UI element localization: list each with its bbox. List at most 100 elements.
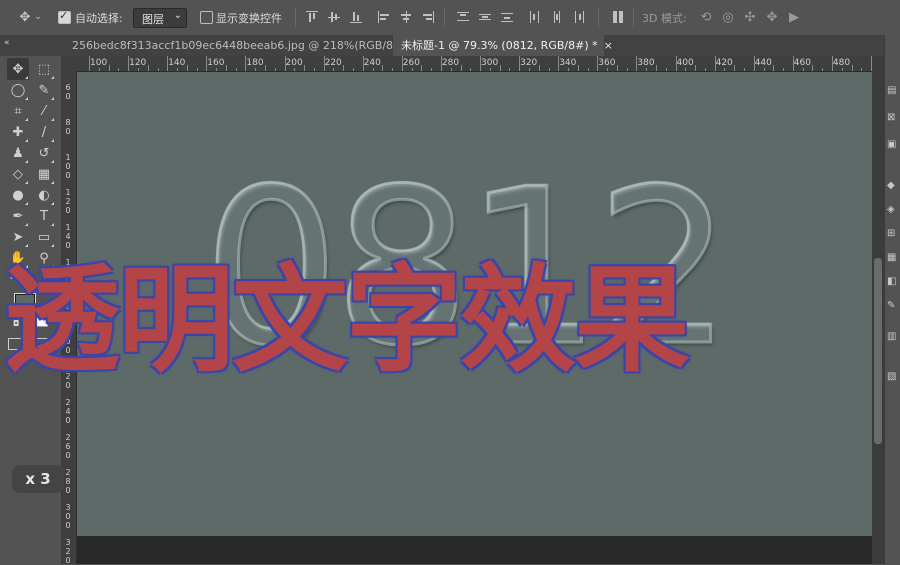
ruler-minor-tick xyxy=(147,65,149,71)
ruler-tick xyxy=(558,56,560,71)
ruler-tick-label: 100 xyxy=(90,58,108,68)
distribute-left-icon[interactable] xyxy=(529,11,541,23)
ruler-minor-tick xyxy=(763,68,765,71)
panel-icon-brushes[interactable]: ✎ xyxy=(887,300,899,312)
show-transform-checkbox[interactable] xyxy=(200,11,213,24)
align-horizontal-center-icon[interactable] xyxy=(400,11,412,23)
panel-icon-channels[interactable]: ◈ xyxy=(887,204,899,216)
3d-slide-icon[interactable]: ✥ xyxy=(763,8,781,26)
rectangle-tool-icon[interactable]: ▭ xyxy=(33,226,55,248)
3d-roll-icon[interactable]: ◎ xyxy=(719,8,737,26)
panel-icon-layers[interactable]: ◆ xyxy=(887,180,899,192)
separator xyxy=(444,8,445,27)
ruler-tick-label: 400 xyxy=(676,58,694,68)
ruler-tick xyxy=(440,56,442,71)
quick-select-tool-icon[interactable]: ✎ xyxy=(33,79,55,101)
distribute-top-icon[interactable] xyxy=(457,11,469,23)
dodge-tool-icon[interactable]: ◐ xyxy=(33,184,55,206)
panel-icon-character[interactable]: ▥ xyxy=(887,331,899,343)
3d-orbit-icon[interactable]: ⟲ xyxy=(697,8,715,26)
ruler-minor-tick xyxy=(421,65,423,71)
ruler-tick xyxy=(675,56,677,71)
ruler-minor-tick xyxy=(656,65,657,71)
distribute-horizontal-center-icon[interactable] xyxy=(551,11,563,23)
ruler-minor-tick xyxy=(587,68,589,71)
align-right-icon[interactable] xyxy=(422,11,434,23)
eyedropper-tool-icon[interactable]: ⁄ xyxy=(33,100,55,122)
ruler-minor-tick xyxy=(695,65,697,71)
3d-pan-icon[interactable]: ✣ xyxy=(741,8,759,26)
ruler-tick-label: 300 xyxy=(481,58,499,68)
auto-select-checkbox[interactable] xyxy=(58,9,71,24)
tab-label: 未标题-1 @ 79.3% (0812, RGB/8#) * xyxy=(401,39,598,52)
auto-align-layers-icon[interactable] xyxy=(612,11,624,23)
tool-preset-chevron-icon[interactable]: ⌄ xyxy=(33,8,43,26)
ruler-tick-label: 380 xyxy=(637,58,655,68)
ruler-tick xyxy=(519,56,521,71)
history-brush-tool-icon[interactable]: ↺ xyxy=(33,142,55,164)
clone-stamp-tool-icon[interactable]: ♟ xyxy=(7,142,29,164)
horizontal-ruler: 100 120 140 160 180 200 220 240 260 280 300 320 340 3… xyxy=(62,56,892,72)
blur-tool-icon[interactable]: ● xyxy=(7,184,29,206)
panel-icon-styles[interactable]: ◧ xyxy=(887,276,899,288)
ruler-tick-label: 460 xyxy=(793,58,811,68)
eraser-tool-icon[interactable]: ◇ xyxy=(7,163,29,185)
panel-icon-adjustments[interactable]: ▣ xyxy=(887,139,899,151)
align-top-icon[interactable] xyxy=(306,11,318,23)
move-tool-icon[interactable]: ✥ xyxy=(7,58,29,80)
ruler-minor-tick xyxy=(607,68,609,71)
ruler-minor-tick xyxy=(812,65,814,71)
ruler-minor-tick xyxy=(851,65,853,71)
ruler-tick xyxy=(401,56,403,71)
panel-icon-properties[interactable]: ⊠ xyxy=(887,112,899,124)
ruler-tick xyxy=(362,56,364,71)
align-bottom-icon[interactable] xyxy=(350,11,362,23)
ruler-minor-tick xyxy=(665,68,667,71)
ruler-minor-tick xyxy=(196,68,198,71)
distribute-bottom-icon[interactable] xyxy=(501,11,513,23)
panel-icon-paragraph[interactable]: ▧ xyxy=(887,371,899,383)
gradient-tool-icon[interactable]: ▦ xyxy=(33,163,55,185)
marquee-tool-icon[interactable]: ⬚ xyxy=(33,58,55,80)
ruler-minor-tick xyxy=(538,65,540,71)
ruler-tick-label: 80 xyxy=(65,118,71,136)
separator xyxy=(633,8,634,27)
ruler-tick-label: 440 xyxy=(754,58,772,68)
type-tool-icon[interactable]: T xyxy=(33,205,55,227)
ruler-tick-label: 340 xyxy=(559,58,577,68)
panel-icon-swatches[interactable]: ▦ xyxy=(887,252,899,264)
distribute-right-icon[interactable] xyxy=(573,11,585,23)
ruler-origin[interactable] xyxy=(62,56,76,71)
align-left-icon[interactable] xyxy=(378,11,390,23)
brush-tool-icon[interactable]: / xyxy=(33,121,55,143)
auto-select-label: 自动选择: xyxy=(75,12,123,25)
ruler-tick-label: 120 xyxy=(129,58,147,68)
auto-select-target-dropdown[interactable]: 图层 ⌄ xyxy=(133,8,187,28)
ruler-tick xyxy=(597,56,599,71)
ruler-minor-tick xyxy=(470,68,472,71)
vertical-scrollbar-thumb[interactable] xyxy=(874,258,882,444)
ruler-tick-label: 260 xyxy=(402,58,420,68)
pen-tool-icon[interactable]: ✒ xyxy=(7,205,29,227)
close-icon[interactable]: × xyxy=(604,39,613,52)
ruler-minor-tick xyxy=(450,68,452,71)
healing-brush-tool-icon[interactable]: ✚ xyxy=(7,121,29,143)
document-tab-strip: « 256bedc8f313accf1b09ec6448beeab6.jpg @… xyxy=(0,35,900,56)
3d-scale-video-icon[interactable]: ▶ xyxy=(785,8,803,26)
path-selection-tool-icon[interactable]: ➤ xyxy=(7,226,29,248)
panel-icon-history[interactable]: ▤ xyxy=(887,85,899,97)
ruler-minor-tick xyxy=(177,68,178,71)
panel-icon-paths[interactable]: ⊞ xyxy=(887,228,899,240)
ruler-minor-tick xyxy=(108,65,110,71)
tab-untitled-1[interactable]: 未标题-1 @ 79.3% (0812, RGB/8#) * × xyxy=(393,35,613,56)
move-tool-icon[interactable]: ✥ xyxy=(16,8,34,26)
ruler-minor-tick xyxy=(372,68,374,71)
distribute-vertical-center-icon[interactable] xyxy=(479,11,491,23)
ruler-tick xyxy=(167,56,169,71)
crop-tool-icon[interactable]: ⌗ xyxy=(7,100,29,122)
tab-document-jpg[interactable]: 256bedc8f313accf1b09ec6448beeab6.jpg @ 2… xyxy=(64,35,431,56)
collapse-panels-icon[interactable]: « xyxy=(4,38,10,48)
align-vertical-center-icon[interactable] xyxy=(328,11,340,23)
ruler-minor-tick xyxy=(304,65,306,71)
lasso-tool-icon[interactable]: ◯ xyxy=(7,79,29,101)
